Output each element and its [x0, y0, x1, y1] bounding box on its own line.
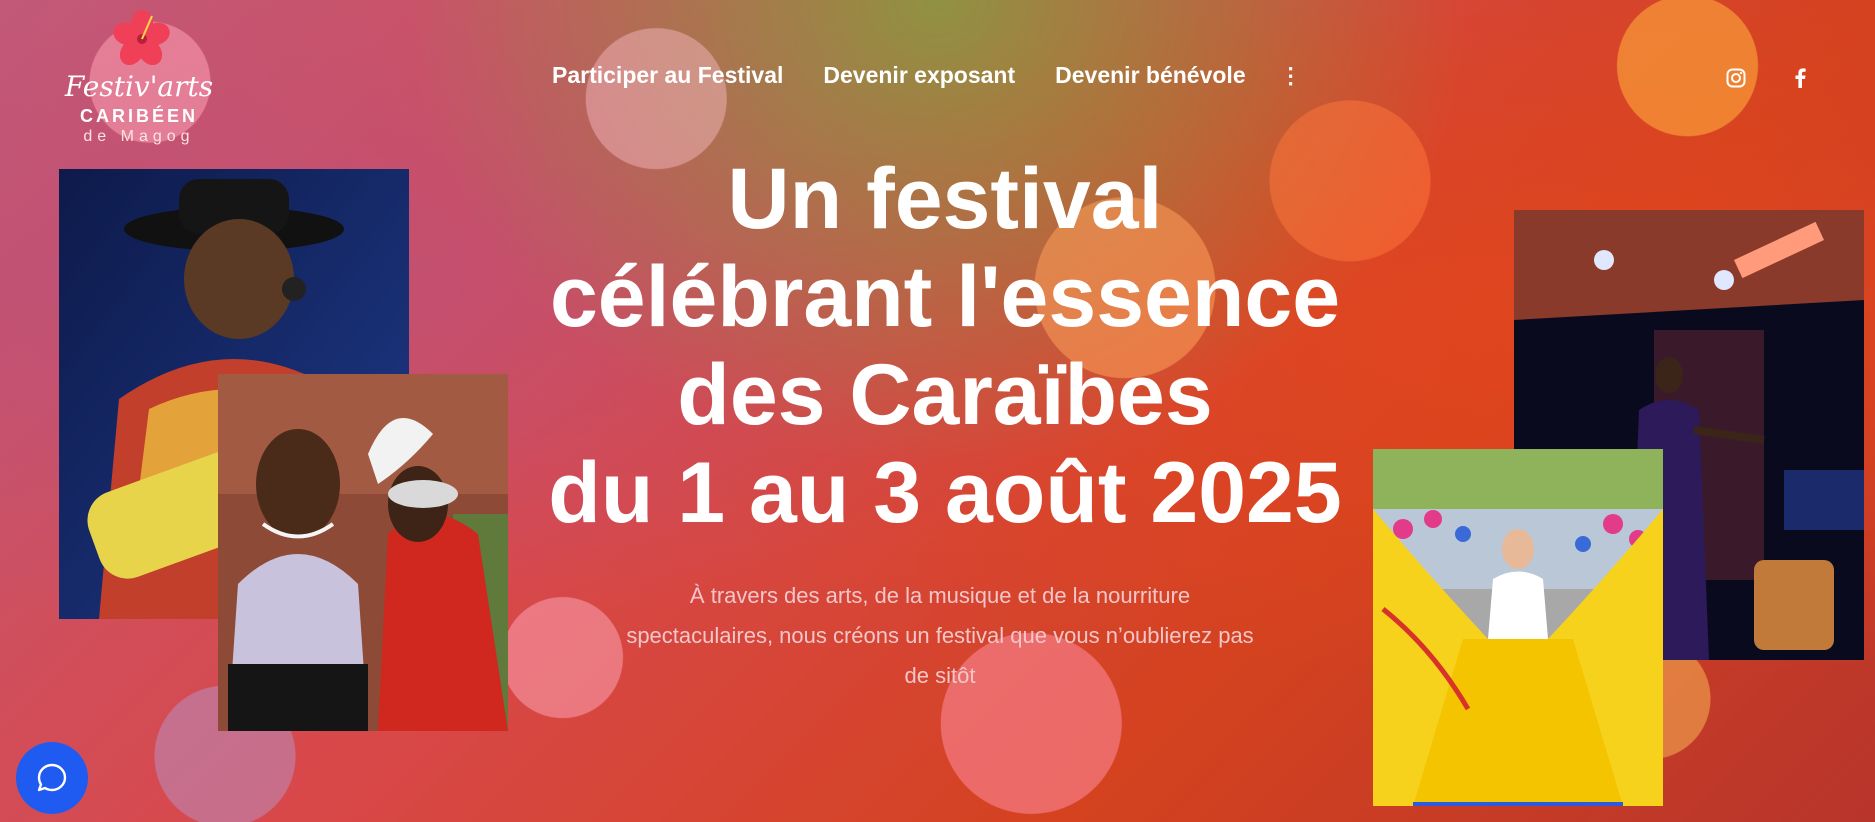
facebook-glyph: [1795, 68, 1806, 88]
nav-devenir-benevole[interactable]: Devenir bénévole: [1055, 62, 1245, 89]
chat-button[interactable]: [16, 742, 88, 814]
hero-subtitle: À travers des arts, de la musique et de …: [626, 583, 1254, 688]
hibiscus-flower-icon: [113, 10, 170, 66]
festival-logo[interactable]: Festiv'arts CARIBÉEN de Magog: [64, 8, 214, 148]
site-header: Festiv'arts CARIBÉEN de Magog Participer…: [0, 0, 1875, 150]
instagram-icon[interactable]: [1722, 64, 1750, 92]
hero-title-line-1: Un festival: [727, 151, 1163, 247]
logo-line-festivarts: Festiv'arts: [64, 70, 214, 103]
main-nav: Participer au Festival Devenir exposant …: [552, 62, 1302, 89]
logo-line-magog: de Magog: [83, 128, 195, 145]
logo-line-caribeen: CARIBÉEN: [79, 106, 198, 126]
instagram-glyph: [1726, 68, 1746, 88]
chat-bubble-icon: [37, 763, 67, 792]
more-menu-icon[interactable]: ⋮: [1280, 63, 1302, 89]
dancer-yellow-image: [1373, 449, 1663, 806]
woman-masked-man-image: [218, 374, 508, 731]
hero-title-line-2: célébrant l'essence: [549, 249, 1341, 345]
hero-title: Un festival célébrant l'essence des Cara…: [500, 150, 1390, 542]
nav-devenir-exposant[interactable]: Devenir exposant: [823, 62, 1015, 89]
hero-title-line-4: du 1 au 3 août 2025: [548, 445, 1342, 541]
photo-woman-masked-man: [218, 374, 508, 731]
hero-title-line-3: des Caraïbes: [677, 347, 1213, 443]
nav-participer[interactable]: Participer au Festival: [552, 62, 783, 89]
photo-dancer-yellow: [1373, 449, 1663, 806]
facebook-icon[interactable]: [1786, 64, 1814, 92]
